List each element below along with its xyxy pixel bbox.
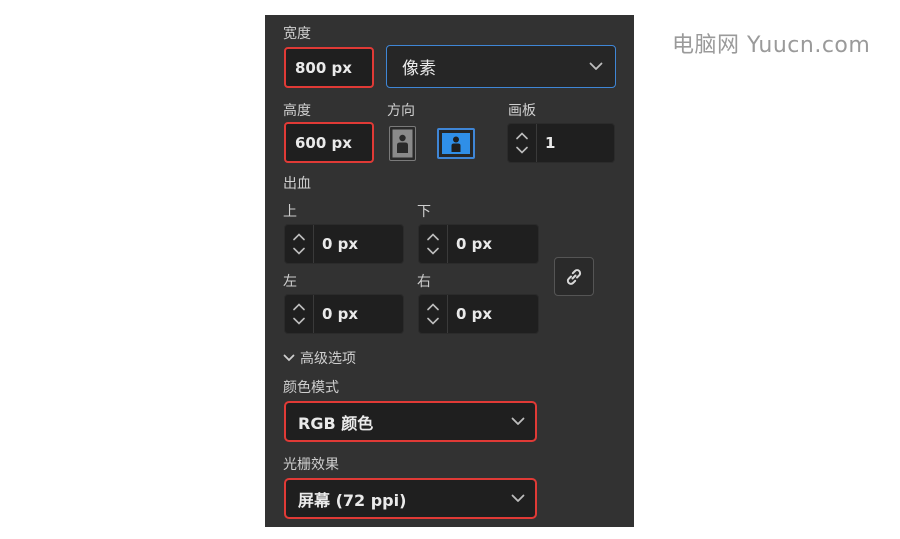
raster-effects-label: 光栅效果 — [283, 457, 339, 473]
artboards-input[interactable]: 1 — [507, 123, 615, 163]
bleed-top-label: 上 — [283, 204, 297, 220]
bleed-bottom-value: 0 px — [456, 235, 493, 253]
bleed-bottom-input[interactable]: 0 px — [418, 224, 539, 264]
artboards-label: 画板 — [508, 103, 536, 119]
artboards-value: 1 — [545, 134, 556, 152]
bleed-right-value: 0 px — [456, 305, 493, 323]
stepper-up-icon[interactable] — [427, 303, 439, 311]
color-mode-value: RGB 颜色 — [298, 413, 374, 433]
landscape-icon — [442, 133, 470, 154]
bleed-left-input[interactable]: 0 px — [284, 294, 404, 334]
stepper-down-icon[interactable] — [427, 247, 439, 255]
bleed-right-input[interactable]: 0 px — [418, 294, 539, 334]
bleed-bottom-label: 下 — [417, 204, 431, 220]
stepper-down-icon[interactable] — [293, 317, 305, 325]
link-icon — [566, 268, 582, 285]
bleed-left-stepper[interactable] — [285, 295, 314, 333]
bleed-top-value: 0 px — [322, 235, 359, 253]
color-mode-dropdown[interactable]: RGB 颜色 — [284, 401, 537, 442]
stepper-down-icon[interactable] — [427, 317, 439, 325]
unit-dropdown[interactable]: 像素 — [386, 45, 616, 88]
stepper-up-icon[interactable] — [293, 303, 305, 311]
portrait-icon — [392, 129, 413, 158]
stepper-down-icon[interactable] — [293, 247, 305, 255]
bleed-label: 出血 — [283, 176, 311, 192]
chevron-down-icon — [511, 417, 535, 426]
chevron-down-icon — [589, 62, 615, 71]
unit-value: 像素 — [402, 59, 436, 79]
height-value: 600 px — [295, 133, 352, 152]
bleed-bottom-stepper[interactable] — [419, 225, 448, 263]
width-value: 800 px — [295, 58, 352, 77]
bleed-right-label: 右 — [417, 274, 431, 290]
landscape-button[interactable] — [437, 128, 475, 159]
height-label: 高度 — [283, 103, 311, 119]
raster-effects-dropdown[interactable]: 屏幕 (72 ppi) — [284, 478, 537, 519]
orientation-label: 方向 — [387, 103, 415, 119]
watermark-text: 电脑网 Yuucn.com — [672, 33, 871, 58]
stepper-up-icon[interactable] — [516, 132, 528, 140]
width-label: 宽度 — [283, 26, 311, 42]
artboards-stepper[interactable] — [508, 124, 537, 162]
new-document-settings-panel: 宽度 800 px 像素 高度 600 px 方向 画板 1 出血 上 0 px… — [265, 15, 634, 527]
height-input[interactable]: 600 px — [284, 122, 374, 163]
portrait-button[interactable] — [389, 126, 416, 161]
color-mode-label: 颜色模式 — [283, 380, 339, 396]
stepper-down-icon[interactable] — [516, 146, 528, 154]
bleed-left-value: 0 px — [322, 305, 359, 323]
chevron-down-icon — [283, 354, 295, 362]
width-input[interactable]: 800 px — [284, 47, 374, 88]
stepper-up-icon[interactable] — [293, 233, 305, 241]
bleed-left-label: 左 — [283, 274, 297, 290]
bleed-top-stepper[interactable] — [285, 225, 314, 263]
bleed-right-stepper[interactable] — [419, 295, 448, 333]
advanced-options-toggle[interactable]: 高级选项 — [283, 348, 356, 368]
raster-effects-value: 屏幕 (72 ppi) — [298, 490, 407, 510]
advanced-options-label: 高级选项 — [300, 351, 356, 367]
link-bleed-button[interactable] — [554, 257, 594, 296]
chevron-down-icon — [511, 494, 535, 503]
bleed-top-input[interactable]: 0 px — [284, 224, 404, 264]
stepper-up-icon[interactable] — [427, 233, 439, 241]
